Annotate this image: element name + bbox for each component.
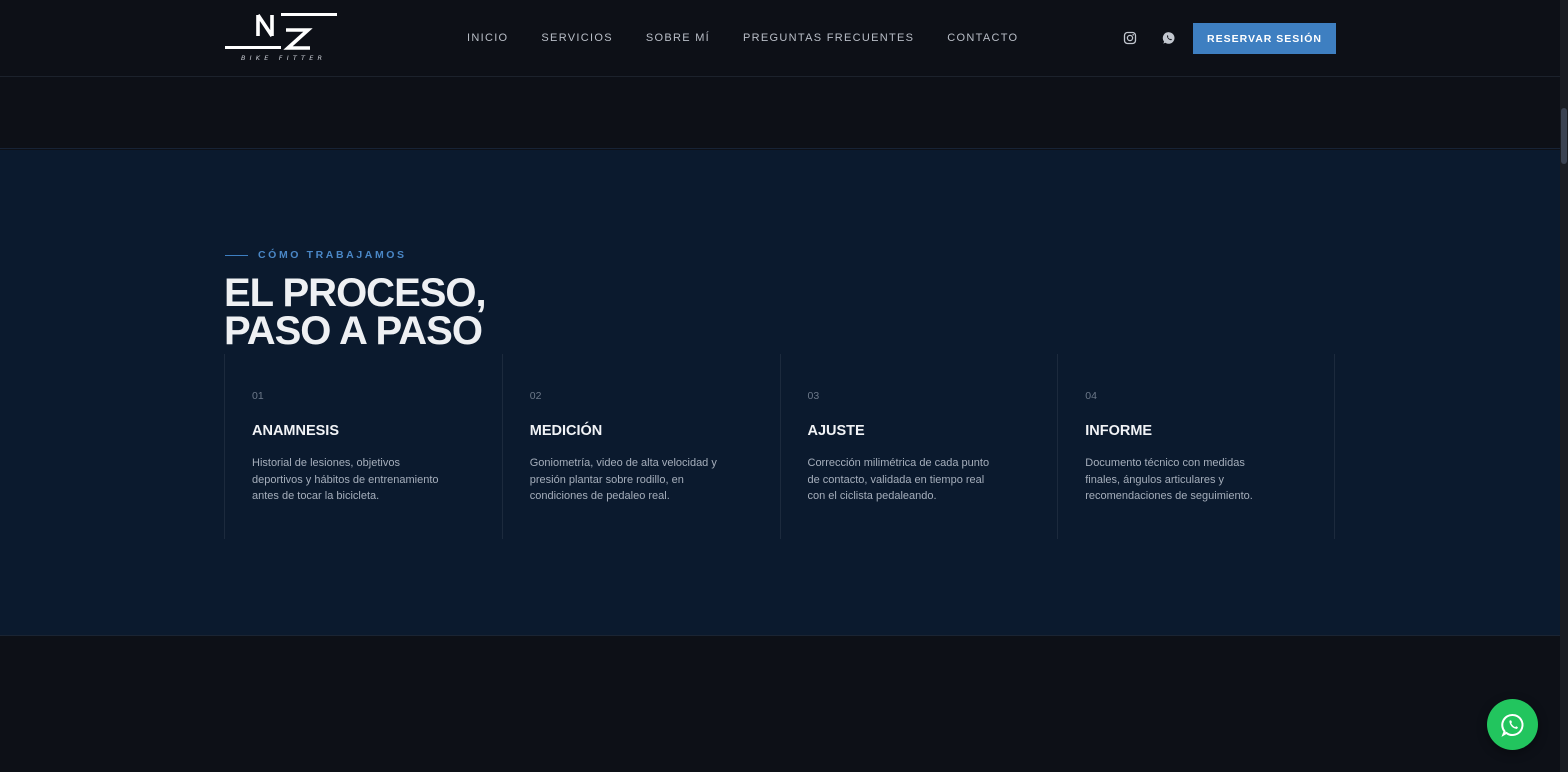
step-card-medicion: 02 MEDICIÓN Goniometría, video de alta v… — [501, 354, 780, 539]
nav-inicio[interactable]: INICIO — [467, 32, 508, 44]
page-scrollbar[interactable] — [1560, 0, 1568, 772]
section-eyebrow: CÓMO TRABAJAMOS — [225, 249, 407, 261]
main-nav: INICIO SERVICIOS SOBRE MÍ PREGUNTAS FREC… — [467, 32, 1018, 44]
step-card-informe: 04 INFORME Documento técnico con medidas… — [1057, 354, 1335, 539]
site-header: BIKE FITTER INICIO SERVICIOS SOBRE MÍ PR… — [0, 0, 1560, 77]
step-title: INFORME — [1085, 423, 1153, 439]
eyebrow-text: CÓMO TRABAJAMOS — [258, 249, 407, 261]
top-spacer — [0, 78, 1560, 149]
whatsapp-icon — [1500, 713, 1524, 737]
section-title-line-1: EL PROCESO, — [224, 271, 487, 315]
section-title: EL PROCESO, PASO A PASO — [224, 271, 487, 353]
scrollbar-thumb[interactable] — [1561, 108, 1567, 164]
step-description: Goniometría, video de alta velocidad y p… — [529, 457, 717, 502]
whatsapp-icon[interactable] — [1161, 30, 1177, 46]
step-title: AJUSTE — [807, 423, 865, 439]
nav-servicios[interactable]: SERVICIOS — [541, 32, 612, 44]
step-number: 02 — [529, 390, 542, 402]
step-description: Documento técnico con medidas finales, á… — [1085, 457, 1253, 502]
process-section: CÓMO TRABAJAMOS EL PROCESO, PASO A PASO … — [0, 150, 1560, 636]
nav-preguntas-frecuentes[interactable]: PREGUNTAS FRECUENTES — [743, 32, 914, 44]
process-steps: 01 ANAMNESIS Historial de lesiones, obje… — [224, 354, 1335, 539]
step-number: 03 — [807, 390, 820, 402]
bottom-section — [0, 637, 1560, 772]
whatsapp-float-button[interactable] — [1487, 699, 1538, 750]
step-card-ajuste: 03 AJUSTE Corrección milimétrica de cada… — [779, 354, 1058, 539]
page: BIKE FITTER INICIO SERVICIOS SOBRE MÍ PR… — [0, 0, 1568, 772]
step-title: MEDICIÓN — [529, 423, 603, 439]
nav-contacto[interactable]: CONTACTO — [947, 32, 1018, 44]
step-title: ANAMNESIS — [252, 423, 340, 439]
eyebrow-line — [225, 254, 248, 256]
step-card-anamnesis: 01 ANAMNESIS Historial de lesiones, obje… — [224, 354, 502, 539]
instagram-icon[interactable] — [1122, 30, 1138, 46]
step-description: Historial de lesiones, objetivos deporti… — [252, 457, 439, 502]
section-title-line-2: PASO A PASO — [224, 309, 483, 353]
step-number: 01 — [252, 390, 264, 402]
step-description: Corrección milimétrica de cada punto de … — [807, 457, 990, 502]
logo-subtitle: BIKE FITTER — [241, 54, 327, 62]
step-number: 04 — [1085, 390, 1097, 402]
nav-sobre-mi[interactable]: SOBRE MÍ — [646, 32, 710, 44]
brand-logo[interactable]: BIKE FITTER — [224, 12, 338, 64]
reservar-sesion-button[interactable]: RESERVAR SESIÓN — [1193, 23, 1336, 54]
